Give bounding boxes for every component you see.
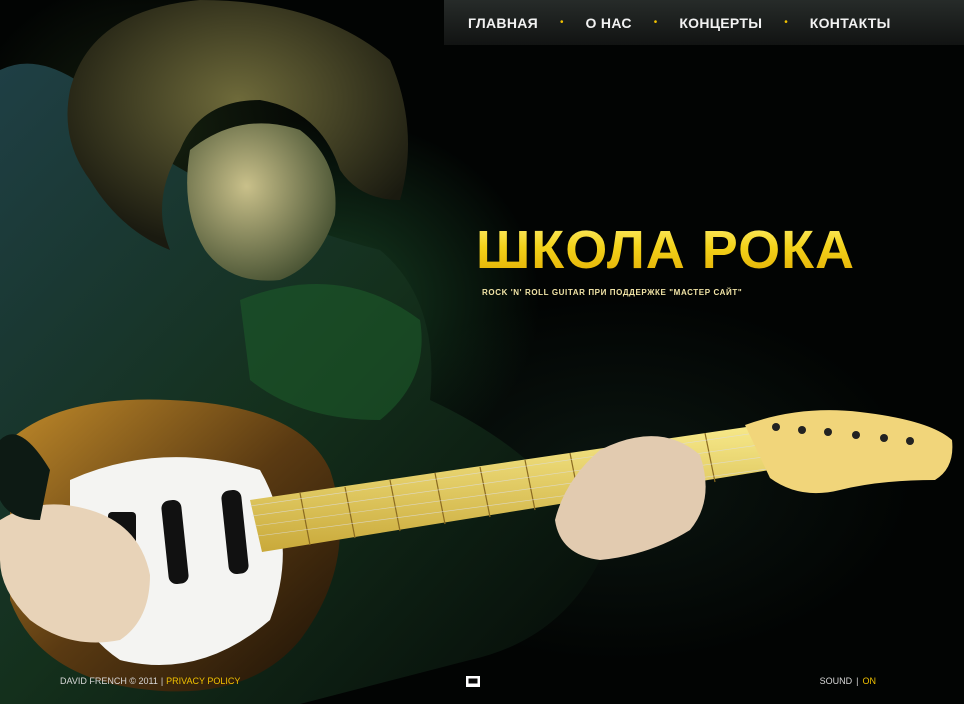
nav-separator: • bbox=[560, 16, 564, 28]
sound-divider: | bbox=[856, 676, 859, 686]
footer-divider: | bbox=[160, 676, 164, 686]
site-title: ШКОЛА РОКА bbox=[476, 220, 856, 280]
top-navigation: ГЛАВНАЯ • О НАС • КОНЦЕРТЫ • КОНТАКТЫ bbox=[444, 0, 964, 45]
nav-concerts[interactable]: КОНЦЕРТЫ bbox=[679, 15, 762, 31]
privacy-policy-link[interactable]: PRIVACY POLICY bbox=[166, 676, 240, 686]
nav-contacts[interactable]: КОНТАКТЫ bbox=[810, 15, 891, 31]
hero-photo bbox=[0, 0, 953, 704]
nav-separator: • bbox=[653, 16, 658, 28]
sound-label: SOUND bbox=[819, 676, 853, 686]
nav-home[interactable]: ГЛАВНАЯ bbox=[468, 15, 538, 31]
sound-control: SOUND | ON bbox=[820, 676, 876, 686]
guitar-headstock bbox=[745, 410, 953, 494]
fullscreen-icon[interactable] bbox=[466, 676, 480, 687]
nav-about[interactable]: О НАС bbox=[586, 15, 632, 31]
footer-copyright-area: DAVID FRENCH © 2011 | PRIVACY POLICY bbox=[60, 676, 240, 686]
sound-toggle[interactable]: ON bbox=[863, 676, 877, 686]
nav-separator: • bbox=[784, 16, 788, 28]
copyright-text: DAVID FRENCH © 2011 bbox=[60, 676, 158, 686]
site-tagline: ROCK 'N' ROLL GUITAR ПРИ ПОДДЕРЖКЕ "МАСТ… bbox=[482, 288, 743, 297]
